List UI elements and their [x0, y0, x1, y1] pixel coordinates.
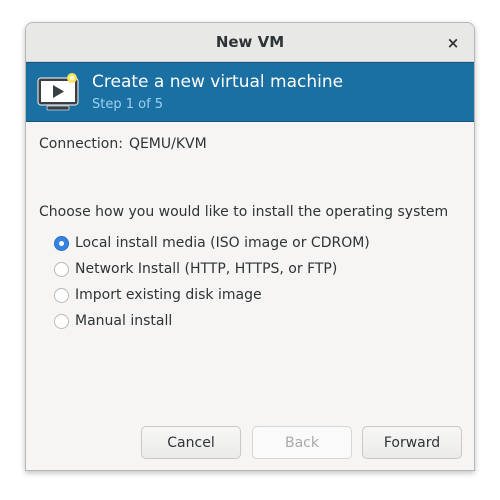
- radio-network-install[interactable]: Network Install (HTTP, HTTPS, or FTP): [54, 256, 370, 282]
- radio-label: Import existing disk image: [75, 287, 262, 303]
- window-title: New VM: [215, 33, 285, 51]
- radio-label: Network Install (HTTP, HTTPS, or FTP): [75, 261, 338, 277]
- radio-local-install[interactable]: Local install media (ISO image or CDROM): [54, 230, 370, 256]
- vm-screen-icon: [37, 73, 79, 111]
- step-indicator: Step 1 of 5: [92, 97, 164, 112]
- titlebar[interactable]: New VM ×: [26, 23, 474, 62]
- close-icon: ×: [446, 34, 460, 52]
- close-button[interactable]: ×: [442, 32, 464, 54]
- radio-unchecked-icon[interactable]: [54, 313, 69, 329]
- radio-unchecked-icon[interactable]: [54, 261, 69, 277]
- install-method-group: Local install media (ISO image or CDROM)…: [54, 230, 370, 334]
- connection-value: QEMU/KVM: [128, 136, 207, 152]
- install-prompt: Choose how you would like to install the…: [39, 204, 449, 220]
- cancel-button[interactable]: Cancel: [141, 426, 241, 459]
- connection-row: Connection: QEMU/KVM: [39, 136, 207, 152]
- connection-label: Connection:: [39, 136, 123, 152]
- back-button: Back: [252, 426, 352, 459]
- banner-title: Create a new virtual machine: [92, 72, 344, 92]
- radio-manual-install[interactable]: Manual install: [54, 308, 370, 334]
- radio-unchecked-icon[interactable]: [54, 287, 69, 303]
- radio-label: Manual install: [75, 313, 173, 329]
- forward-button[interactable]: Forward: [362, 426, 462, 459]
- header-banner: Create a new virtual machine Step 1 of 5: [26, 62, 474, 122]
- new-vm-dialog: New VM × Create a new virtual machine St…: [25, 22, 475, 471]
- radio-checked-icon[interactable]: [54, 235, 69, 251]
- radio-import-disk[interactable]: Import existing disk image: [54, 282, 370, 308]
- radio-label: Local install media (ISO image or CDROM): [75, 235, 370, 251]
